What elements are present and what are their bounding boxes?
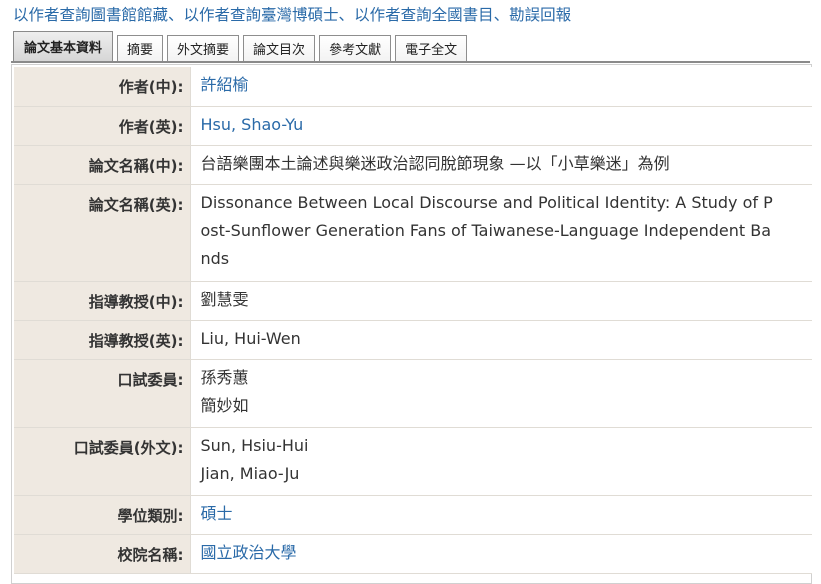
label-title-zh: 論文名稱(中): xyxy=(14,145,191,185)
label-title-en: 論文名稱(英): xyxy=(14,184,191,282)
advisor-en-text: Liu, Hui-Wen xyxy=(200,328,301,348)
value-title-zh: 台語樂團本土論述與樂迷政治認同脫節現象 —以「小草樂迷」為例 xyxy=(190,145,812,185)
committee-member-2: 簡妙如 xyxy=(200,395,249,415)
tab-table-of-contents[interactable]: 論文目次 xyxy=(243,35,316,61)
tab-abstract[interactable]: 摘要 xyxy=(117,35,164,61)
link-report-errata[interactable]: 勘誤回報 xyxy=(509,6,571,24)
row-advisor-zh: 指導教授(中): 劉慧雯 xyxy=(14,281,812,321)
title-en-line-1: Dissonance Between Local Discourse and P… xyxy=(200,192,773,212)
row-title-zh: 論文名稱(中): 台語樂團本土論述與樂迷政治認同脫節現象 —以「小草樂迷」為例 xyxy=(14,145,812,185)
row-advisor-en: 指導教授(英): Liu, Hui-Wen xyxy=(14,320,812,360)
title-zh-text: 台語樂團本土論述與樂迷政治認同脫節現象 —以「小草樂迷」為例 xyxy=(200,153,670,173)
value-committee: 孫秀蕙 簡妙如 xyxy=(190,359,812,428)
row-title-en: 論文名稱(英): Dissonance Between Local Discou… xyxy=(14,184,812,282)
row-author-en: 作者(英): Hsu, Shao-Yu xyxy=(14,106,812,146)
value-author-en: Hsu, Shao-Yu xyxy=(190,106,812,146)
tab-bar: 論文基本資料 摘要 外文摘要 論文目次 參考文獻 電子全文 xyxy=(13,31,471,61)
committee-en-member-1: Sun, Hsiu-Hui xyxy=(200,435,309,455)
author-en-link[interactable]: Hsu, Shao-Yu xyxy=(201,111,809,139)
author-search-links: 以作者查詢圖書館館藏、以作者查詢臺灣博碩士、以作者查詢全國書目、勘誤回報 xyxy=(13,3,571,25)
label-author-zh: 作者(中): xyxy=(14,67,191,107)
label-school: 校院名稱: xyxy=(14,534,191,574)
tab-basic-info[interactable]: 論文基本資料 xyxy=(13,31,114,61)
tab-foreign-abstract[interactable]: 外文摘要 xyxy=(167,35,240,61)
separator: 、 xyxy=(168,6,184,24)
value-committee-en: Sun, Hsiu-Hui Jian, Miao-Ju xyxy=(190,427,812,496)
thesis-info-table: 作者(中): 許紹榆 作者(英): Hsu, Shao-Yu 論文名稱(中): … xyxy=(14,67,812,574)
row-degree: 學位類別: 碩士 xyxy=(14,495,812,535)
value-advisor-en: Liu, Hui-Wen xyxy=(190,320,812,360)
label-committee-en: 口試委員(外文): xyxy=(14,427,191,496)
tab-full-text[interactable]: 電子全文 xyxy=(395,35,468,61)
tab-underline xyxy=(11,61,810,63)
label-committee: 口試委員: xyxy=(14,359,191,428)
link-search-taiwan-theses[interactable]: 以作者查詢臺灣博碩士 xyxy=(184,6,339,24)
label-degree: 學位類別: xyxy=(14,495,191,535)
row-school: 校院名稱: 國立政治大學 xyxy=(14,534,812,574)
advisor-zh-text: 劉慧雯 xyxy=(200,289,249,309)
separator: 、 xyxy=(338,6,355,24)
row-committee-en: 口試委員(外文): Sun, Hsiu-Hui Jian, Miao-Ju xyxy=(14,427,812,496)
committee-en-member-2: Jian, Miao-Ju xyxy=(200,463,300,483)
school-link[interactable]: 國立政治大學 xyxy=(201,539,809,567)
row-committee: 口試委員: 孫秀蕙 簡妙如 xyxy=(14,359,812,428)
label-advisor-en: 指導教授(英): xyxy=(14,320,191,360)
committee-member-1: 孫秀蕙 xyxy=(200,367,249,387)
link-search-library-holdings[interactable]: 以作者查詢圖書館館藏 xyxy=(13,6,168,24)
degree-link[interactable]: 碩士 xyxy=(201,500,809,528)
value-advisor-zh: 劉慧雯 xyxy=(190,281,812,321)
row-author-zh: 作者(中): 許紹榆 xyxy=(14,67,812,107)
label-advisor-zh: 指導教授(中): xyxy=(14,281,191,321)
author-zh-link[interactable]: 許紹榆 xyxy=(201,71,809,99)
title-en-line-2: ost-Sunflower Generation Fans of Taiwane… xyxy=(200,220,772,240)
label-author-en: 作者(英): xyxy=(14,106,191,146)
value-title-en: Dissonance Between Local Discourse and P… xyxy=(190,184,812,282)
link-search-national-bibliography[interactable]: 以作者查詢全國書目 xyxy=(354,6,494,24)
tab-references[interactable]: 參考文獻 xyxy=(319,35,392,61)
value-author-zh: 許紹榆 xyxy=(190,67,812,107)
value-school: 國立政治大學 xyxy=(190,534,812,574)
separator: 、 xyxy=(493,6,510,24)
title-en-line-3: nds xyxy=(200,248,230,268)
value-degree: 碩士 xyxy=(190,495,812,535)
